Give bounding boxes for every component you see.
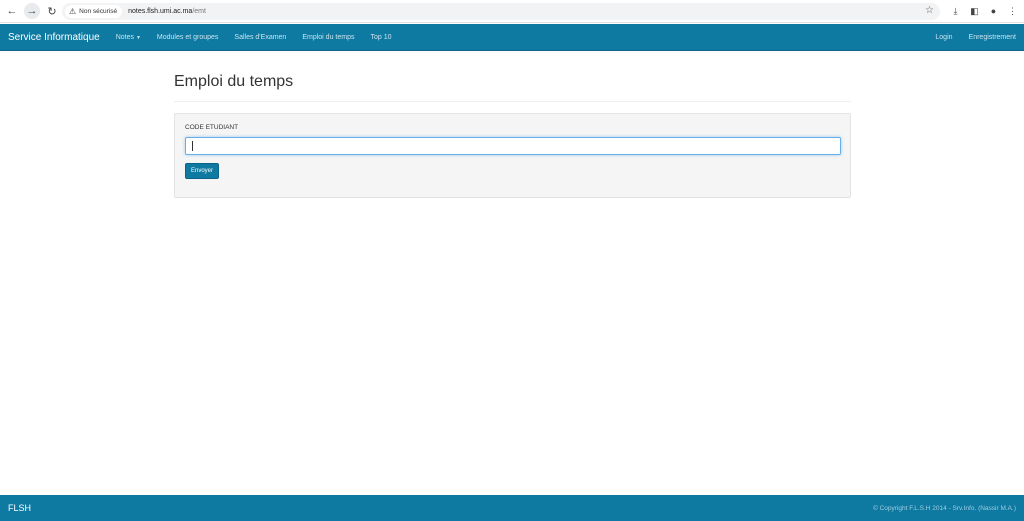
footer-brand: FLSH bbox=[8, 503, 32, 513]
warning-icon: ⚠ bbox=[69, 7, 77, 16]
navbar-brand[interactable]: Service Informatique bbox=[8, 32, 100, 43]
nav-item-modules[interactable]: Modules et groupes bbox=[157, 34, 218, 41]
nav-item-salles[interactable]: Salles d'Examen bbox=[234, 34, 286, 41]
url-text: notes.flsh.umi.ac.ma/emt bbox=[128, 8, 206, 15]
nav-item-notes-label: Notes bbox=[115, 33, 135, 41]
site-navbar: Service Informatique Notes ▼ Modules et … bbox=[0, 24, 1024, 51]
toolbar-icons: ⤓ ◧ ● ⋮ bbox=[950, 4, 1018, 18]
url-host: notes.flsh.umi.ac.ma bbox=[128, 8, 193, 15]
address-bar[interactable]: ⚠ Non sécurisé notes.flsh.umi.ac.ma/emt … bbox=[62, 3, 940, 20]
envoyer-button[interactable]: Envoyer bbox=[185, 163, 219, 179]
page-title: Emploi du temps bbox=[174, 73, 294, 90]
menu-kebab-icon[interactable]: ⋮ bbox=[1007, 4, 1018, 18]
title-divider bbox=[174, 101, 851, 102]
security-chip[interactable]: ⚠ Non sécurisé bbox=[65, 5, 123, 18]
code-etudiant-input[interactable] bbox=[185, 137, 841, 155]
form-well: CODE ETUDIANT Envoyer bbox=[174, 113, 851, 198]
footer-copyright: © Copyright F.L.S.H 2014 - Srv.Info. (Na… bbox=[872, 504, 1016, 512]
main-content: Emploi du temps CODE ETUDIANT Envoyer bbox=[0, 51, 1024, 495]
url-path: /emt bbox=[192, 8, 206, 15]
forward-icon[interactable]: → bbox=[24, 3, 40, 19]
caret-down-icon: ▼ bbox=[135, 34, 141, 41]
security-label: Non sécurisé bbox=[79, 8, 118, 15]
nav-item-enregistrement[interactable]: Enregistrement bbox=[969, 34, 1016, 41]
site-footer: FLSH © Copyright F.L.S.H 2014 - Srv.Info… bbox=[0, 495, 1024, 521]
browser-toolbar: ← → ↻ ⚠ Non sécurisé notes.flsh.umi.ac.m… bbox=[0, 0, 1024, 23]
nav-item-login[interactable]: Login bbox=[935, 34, 952, 41]
download-icon[interactable]: ⤓ bbox=[950, 4, 961, 18]
nav-item-notes[interactable]: Notes ▼ bbox=[116, 34, 141, 41]
side-panel-icon[interactable]: ◧ bbox=[969, 4, 980, 18]
back-icon[interactable]: ← bbox=[4, 3, 20, 19]
nav-item-top10[interactable]: Top 10 bbox=[370, 34, 391, 41]
reload-icon[interactable]: ↻ bbox=[44, 3, 60, 19]
code-etudiant-label: CODE ETUDIANT bbox=[185, 124, 239, 131]
bookmark-star-icon[interactable]: ☆ bbox=[925, 5, 934, 16]
text-cursor bbox=[192, 141, 193, 151]
profile-avatar-icon[interactable]: ● bbox=[988, 4, 999, 18]
navbar-right: Login Enregistrement bbox=[935, 24, 1016, 51]
nav-item-emploi[interactable]: Emploi du temps bbox=[302, 34, 354, 41]
